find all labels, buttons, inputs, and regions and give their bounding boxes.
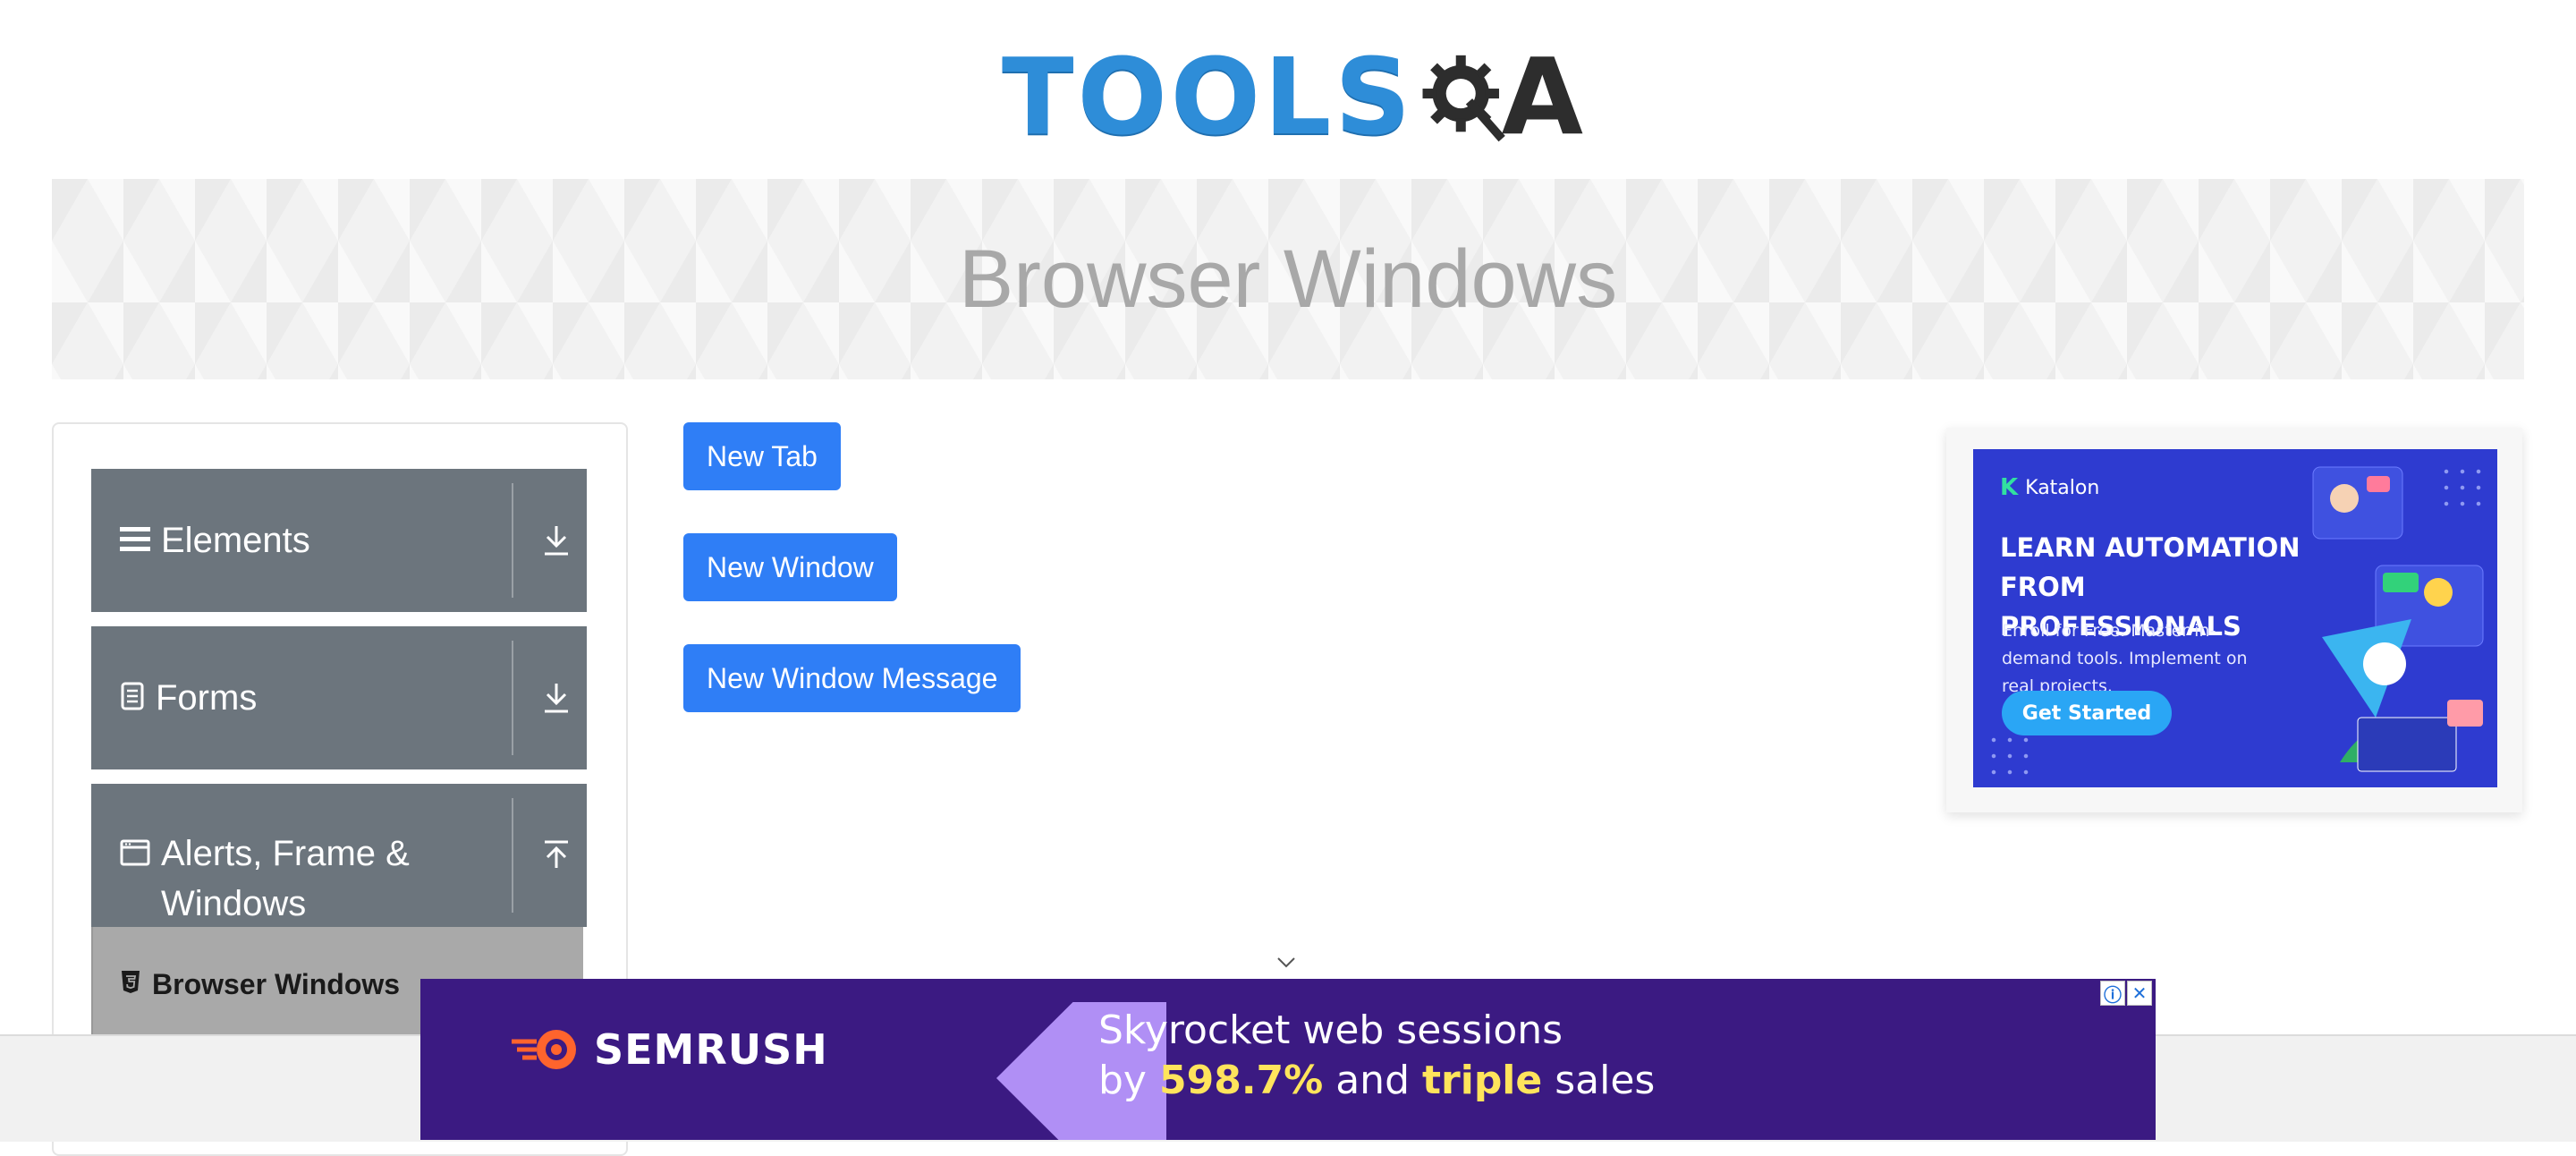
gear-magnifier-icon (1422, 55, 1506, 142)
ad-text: by (1098, 1058, 1159, 1103)
download-arrow-icon[interactable] (538, 626, 574, 769)
site-logo[interactable]: TOOLS A (1002, 25, 1583, 168)
divider (512, 483, 513, 598)
page-banner: Browser Windows (52, 179, 2524, 379)
divider (512, 641, 513, 755)
semrush-ad[interactable]: SEMRUSH Skyrocket web sessions by 598.7%… (420, 979, 2156, 1140)
ad-line-2: by 598.7% and triple sales (1098, 1056, 1655, 1106)
page-title: Browser Windows (958, 233, 1618, 325)
ad-text: and (1323, 1058, 1422, 1103)
sidebar-group-label: Forms (156, 678, 258, 718)
sidebar-group-label: Alerts, Frame & Windows (161, 834, 410, 923)
window-icon (120, 839, 150, 871)
ad-brand-label: Katalon (2025, 476, 2100, 499)
dots-decoration (1986, 732, 2039, 786)
logo-text: TOOLS (1002, 35, 1415, 158)
new-window-message-button[interactable]: New Window Message (683, 644, 1021, 712)
sidebar-group-alerts-frame-windows[interactable]: Alerts, Frame & Windows (91, 784, 587, 927)
sidebar-item-label: Browser Windows (152, 968, 401, 1000)
ad-line-1: Skyrocket web sessions (1098, 1007, 1563, 1053)
ad-highlight: 598.7% (1158, 1058, 1324, 1103)
new-window-button[interactable]: New Window (683, 533, 897, 601)
divider (512, 798, 513, 913)
semrush-logo-icon (512, 1030, 576, 1069)
sidebar-group-label: Elements (161, 521, 310, 560)
ad-text: sales (1542, 1058, 1656, 1103)
katalon-logo-icon: K (2000, 474, 2019, 501)
new-tab-button[interactable]: New Tab (683, 422, 841, 490)
document-icon (120, 682, 145, 715)
ad-highlight: triple (1422, 1058, 1543, 1103)
adchoices[interactable]: ⓘ ✕ (2100, 981, 2152, 1006)
ad-copy: Skyrocket web sessions by 598.7% and tri… (1098, 1006, 1655, 1106)
katalon-ad[interactable]: K Katalon LEARN AUTOMATION FROM PROFESSI… (1973, 449, 2497, 787)
html5-icon (120, 968, 141, 1001)
ad-subtext: Enroll for Free. Master in-demand tools.… (2002, 621, 2248, 696)
sidebar-group-forms[interactable]: Forms (91, 626, 587, 769)
download-arrow-icon[interactable] (538, 469, 574, 612)
side-ad-container: K Katalon LEARN AUTOMATION FROM PROFESSI… (1946, 428, 2522, 812)
hamburger-icon (120, 525, 150, 557)
chevron-down-icon[interactable] (1275, 952, 1297, 973)
upload-arrow-icon[interactable] (538, 784, 574, 927)
info-icon[interactable]: ⓘ (2100, 981, 2125, 1006)
get-started-button[interactable]: Get Started (2002, 691, 2172, 735)
sidebar-group-elements[interactable]: Elements (91, 469, 587, 612)
illustration-people-icon (2312, 466, 2484, 772)
logo-suffix: A (1501, 35, 1583, 158)
katalon-brand: K Katalon (2000, 474, 2099, 501)
semrush-brand: SEMRUSH (510, 1025, 828, 1074)
close-icon[interactable]: ✕ (2127, 981, 2152, 1006)
semrush-label: SEMRUSH (594, 1025, 828, 1074)
